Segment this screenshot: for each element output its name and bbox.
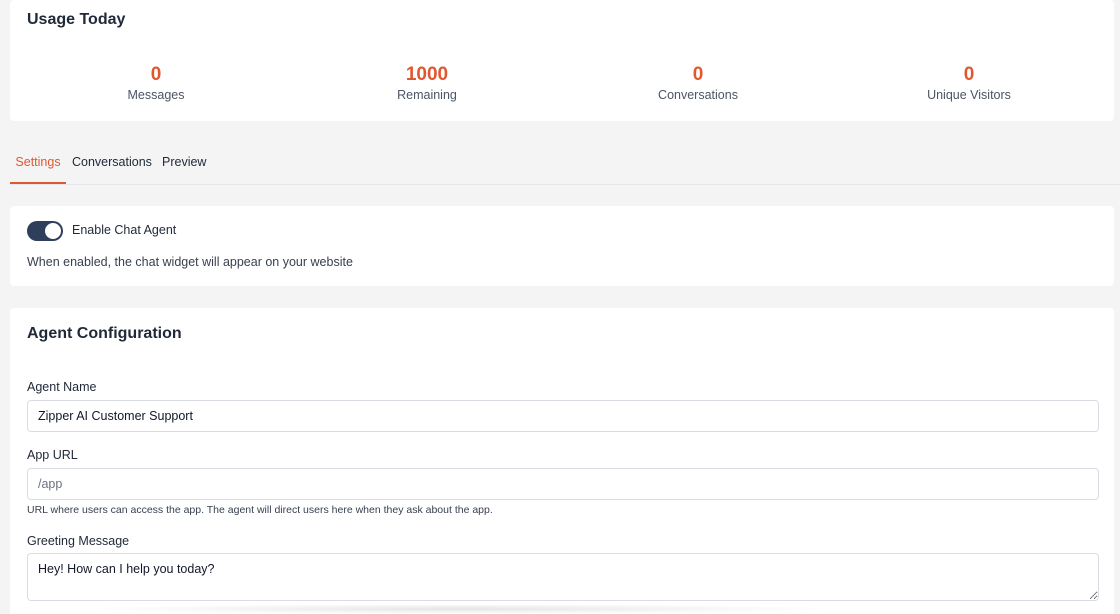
tab-conversations[interactable]: Conversations bbox=[72, 146, 152, 184]
stat-messages: 0 Messages bbox=[46, 64, 266, 102]
enable-chat-agent-toggle[interactable] bbox=[27, 221, 63, 241]
app-url-help-text: URL where users can access the app. The … bbox=[27, 504, 493, 516]
stat-value: 1000 bbox=[405, 64, 449, 85]
enable-chat-agent-label: Enable Chat Agent bbox=[72, 223, 177, 237]
toggle-knob bbox=[45, 223, 61, 239]
greeting-message-textarea[interactable]: Hey! How can I help you today? bbox=[27, 553, 1099, 601]
stat-label: Messages bbox=[127, 88, 185, 102]
agent-name-label: Agent Name bbox=[27, 380, 97, 394]
stat-remaining: 1000 Remaining bbox=[317, 64, 537, 102]
greeting-message-label: Greeting Message bbox=[27, 534, 130, 548]
agent-name-input[interactable] bbox=[27, 400, 1099, 432]
stat-value: 0 bbox=[963, 64, 975, 85]
stat-value: 0 bbox=[692, 64, 704, 85]
agent-configuration-title: Agent Configuration bbox=[27, 325, 182, 342]
enable-agent-card: Enable Chat Agent When enabled, the chat… bbox=[10, 206, 1114, 286]
stat-unique-visitors: 0 Unique Visitors bbox=[859, 64, 1079, 102]
app-url-label: App URL bbox=[27, 448, 78, 462]
usage-today-card: Usage Today 0 Messages 1000 Remaining 0 … bbox=[10, 0, 1114, 121]
tab-bar: Settings Conversations Preview bbox=[10, 146, 1120, 185]
stat-value: 0 bbox=[150, 64, 162, 85]
bottom-shadow bbox=[80, 604, 840, 614]
stat-label: Unique Visitors bbox=[927, 88, 1011, 102]
app-url-input[interactable] bbox=[27, 468, 1099, 500]
tab-preview[interactable]: Preview bbox=[162, 146, 206, 184]
stat-conversations: 0 Conversations bbox=[588, 64, 808, 102]
enable-help-text: When enabled, the chat widget will appea… bbox=[27, 255, 353, 269]
stat-label: Remaining bbox=[397, 88, 457, 102]
stat-label: Conversations bbox=[658, 88, 738, 102]
tab-settings[interactable]: Settings bbox=[10, 146, 66, 184]
agent-configuration-card: Agent Configuration Agent Name App URL U… bbox=[10, 308, 1114, 614]
usage-title: Usage Today bbox=[27, 11, 126, 28]
